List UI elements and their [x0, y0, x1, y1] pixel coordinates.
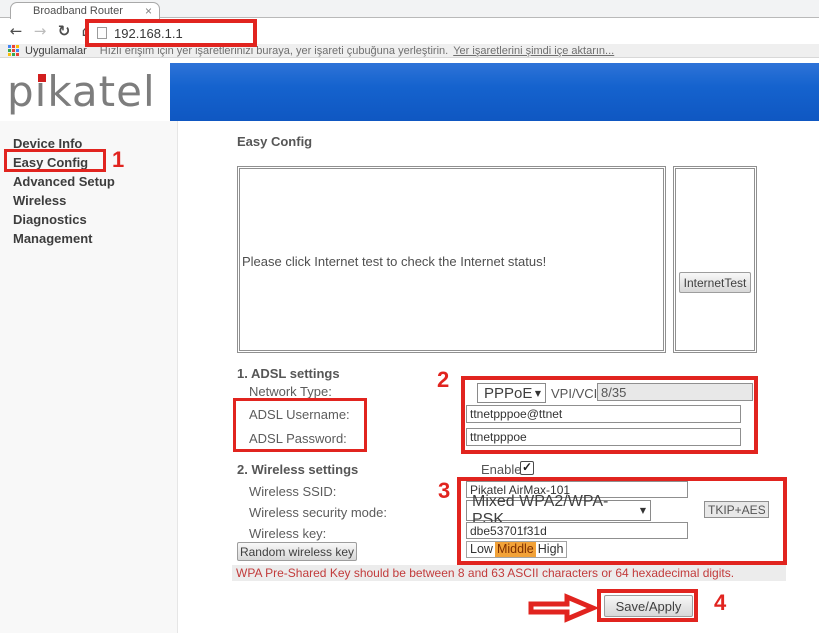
- security-mode-label: Wireless security mode:: [249, 505, 387, 520]
- sidebar-item-wireless[interactable]: Wireless: [0, 191, 177, 210]
- annotation-number-1: 1: [112, 147, 124, 173]
- page-title: Easy Config: [237, 134, 312, 149]
- tab-strip: Broadband Router ×: [0, 0, 819, 18]
- vpi-vci-label: VPI/VCI:: [551, 386, 601, 401]
- forward-icon[interactable]: →: [30, 21, 50, 41]
- header-banner: [170, 63, 819, 121]
- browser-tab[interactable]: Broadband Router ×: [10, 2, 160, 19]
- random-wireless-key-button[interactable]: Random wireless key: [237, 542, 357, 561]
- wireless-key-label: Wireless key:: [249, 526, 326, 541]
- url-text[interactable]: 192.168.1.1: [114, 26, 183, 41]
- apps-grid-icon[interactable]: [8, 45, 19, 56]
- encryption-input: [704, 501, 769, 518]
- internet-test-button[interactable]: InternetTest: [679, 272, 751, 293]
- pikatel-logo: pikatel: [7, 64, 170, 121]
- address-bar[interactable]: 192.168.1.1: [85, 19, 257, 47]
- save-apply-button[interactable]: Save/Apply: [604, 595, 693, 617]
- reload-icon[interactable]: ↻: [54, 21, 74, 41]
- sidebar-menu: Device Info Easy Config Advanced Setup W…: [0, 134, 177, 248]
- adsl-settings-heading: 1. ADSL settings: [237, 366, 340, 381]
- browser-window: Broadband Router × ← → ↻ ⌂ 192.168.1.1 U…: [0, 0, 819, 633]
- vpi-vci-input: [597, 383, 753, 401]
- adsl-username-input[interactable]: [466, 405, 741, 423]
- tab-title: Broadband Router: [11, 5, 141, 17]
- status-message: Please click Internet test to check the …: [242, 254, 546, 269]
- back-icon[interactable]: ←: [6, 21, 26, 41]
- page-icon: [97, 27, 107, 39]
- logo-text: pikatel: [7, 67, 156, 116]
- step-arrow-icon: [527, 592, 599, 624]
- wireless-key-input[interactable]: [466, 522, 688, 539]
- key-strength-indicator: Low Middle High: [466, 541, 567, 558]
- strength-middle: Middle: [495, 542, 536, 557]
- sidebar-item-management[interactable]: Management: [0, 229, 177, 248]
- chevron-down-icon: ▼: [535, 389, 545, 398]
- wpa-key-warning: WPA Pre-Shared Key should be between 8 a…: [232, 565, 786, 581]
- wireless-enable-checkbox[interactable]: [520, 461, 534, 475]
- internet-test-panel: InternetTest: [675, 168, 755, 351]
- chevron-down-icon: ▼: [640, 506, 650, 515]
- sidebar-item-diagnostics[interactable]: Diagnostics: [0, 210, 177, 229]
- security-mode-select[interactable]: Mixed WPA2/WPA-PSK ▼: [466, 500, 651, 521]
- annotation-number-2: 2: [437, 367, 449, 393]
- annotation-number-3: 3: [438, 478, 450, 504]
- apps-label[interactable]: Uygulamalar: [25, 45, 87, 57]
- sidebar: Device Info Easy Config Advanced Setup W…: [0, 121, 178, 633]
- enable-label: Enable: [481, 462, 521, 477]
- annotation-number-4: 4: [714, 590, 726, 616]
- close-tab-icon[interactable]: ×: [141, 5, 159, 17]
- network-type-value: PPPoE: [484, 385, 532, 402]
- import-bookmarks-link[interactable]: Yer işaretlerini şimdi içe aktarın...: [453, 45, 614, 57]
- sidebar-item-easy-config[interactable]: Easy Config: [0, 153, 177, 172]
- strength-low: Low: [468, 542, 495, 557]
- adsl-password-label: ADSL Password:: [249, 431, 347, 446]
- wireless-ssid-label: Wireless SSID:: [249, 484, 336, 499]
- sidebar-item-device-info[interactable]: Device Info: [0, 134, 177, 153]
- sidebar-item-advanced-setup[interactable]: Advanced Setup: [0, 172, 177, 191]
- network-type-select[interactable]: PPPoE ▼: [477, 383, 546, 403]
- internet-status-panel: Please click Internet test to check the …: [239, 168, 664, 351]
- wireless-settings-heading: 2. Wireless settings: [237, 462, 358, 477]
- adsl-username-label: ADSL Username:: [249, 407, 350, 422]
- network-type-label: Network Type:: [249, 384, 332, 399]
- strength-high: High: [536, 542, 566, 557]
- logo-dot-icon: [38, 74, 46, 82]
- adsl-password-input[interactable]: [466, 428, 741, 446]
